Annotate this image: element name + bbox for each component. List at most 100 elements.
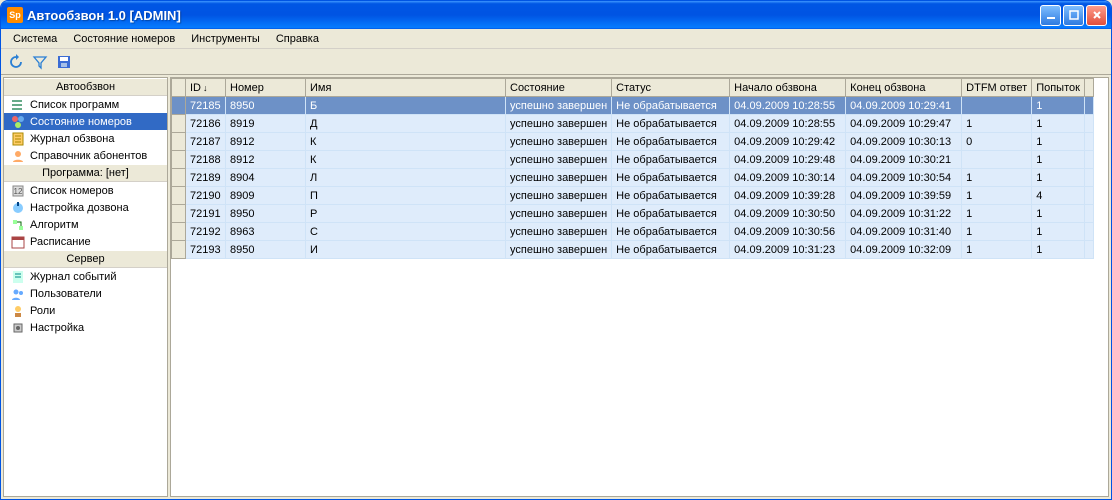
col-end[interactable]: Конец обзвона <box>846 79 962 97</box>
row-handle[interactable] <box>172 223 186 241</box>
journal-icon <box>10 131 26 147</box>
cell: И <box>306 241 506 259</box>
sidebar-item-roles[interactable]: Роли <box>4 302 167 319</box>
table-row[interactable]: 721918950Руспешно завершенНе обрабатывае… <box>172 205 1094 223</box>
refresh-button[interactable] <box>7 53 25 71</box>
menu-help[interactable]: Справка <box>268 31 327 47</box>
numbers-state-icon <box>10 114 26 130</box>
row-handle[interactable] <box>172 133 186 151</box>
cell: 04.09.2009 10:30:50 <box>730 205 846 223</box>
row-handle[interactable] <box>172 241 186 259</box>
cell: успешно завершен <box>506 151 612 169</box>
cell: 04.09.2009 10:28:55 <box>730 97 846 115</box>
sidebar-item-journal[interactable]: Журнал обзвона <box>4 130 167 147</box>
row-handle[interactable] <box>172 169 186 187</box>
menu-tools[interactable]: Инструменты <box>183 31 268 47</box>
contacts-icon <box>10 148 26 164</box>
sidebar-item-users[interactable]: Пользователи <box>4 285 167 302</box>
sidebar-group-header: Программа: [нет] <box>4 164 167 182</box>
cell: Д <box>306 115 506 133</box>
cell: 72189 <box>186 169 226 187</box>
col-start[interactable]: Начало обзвона <box>730 79 846 97</box>
row-handle[interactable] <box>172 151 186 169</box>
col-id[interactable]: ID↓ <box>186 79 226 97</box>
cell: 8912 <box>226 151 306 169</box>
table-row[interactable]: 721908909Пуспешно завершенНе обрабатывае… <box>172 187 1094 205</box>
col-dtfm[interactable]: DTFM ответ <box>962 79 1032 97</box>
table-row[interactable]: 721888912Куспешно завершенНе обрабатывае… <box>172 151 1094 169</box>
cell: 72185 <box>186 97 226 115</box>
toolbar <box>1 49 1111 75</box>
cell: Не обрабатывается <box>612 151 730 169</box>
row-handle-header[interactable] <box>172 79 186 97</box>
col-extra[interactable] <box>1084 79 1093 97</box>
row-handle[interactable] <box>172 115 186 133</box>
refresh-icon <box>8 54 24 70</box>
cell: 8950 <box>226 97 306 115</box>
table-row[interactable]: 721938950Иуспешно завершенНе обрабатывае… <box>172 241 1094 259</box>
titlebar[interactable]: Sp Автообзвон 1.0 [ADMIN] <box>1 1 1111 29</box>
table-row[interactable]: 721868919Дуспешно завершенНе обрабатывае… <box>172 115 1094 133</box>
col-state[interactable]: Состояние <box>506 79 612 97</box>
col-attempts[interactable]: Попыток <box>1032 79 1085 97</box>
list-icon <box>10 97 26 113</box>
sidebar-item-numbers-state[interactable]: Состояние номеров <box>4 113 167 130</box>
cell: 1 <box>1032 151 1085 169</box>
minimize-button[interactable] <box>1040 5 1061 26</box>
cell: 1 <box>1032 205 1085 223</box>
row-handle[interactable] <box>172 187 186 205</box>
sidebar-item-dial-settings[interactable]: Настройка дозвона <box>4 199 167 216</box>
app-window: Sp Автообзвон 1.0 [ADMIN] Система Состоя… <box>0 0 1112 500</box>
cell: 04.09.2009 10:39:28 <box>730 187 846 205</box>
cell: успешно завершен <box>506 205 612 223</box>
sidebar-item-contacts[interactable]: Справочник абонентов <box>4 147 167 164</box>
sidebar-item-schedule[interactable]: Расписание <box>4 233 167 250</box>
cell-extra <box>1084 97 1093 115</box>
cell: 4 <box>1032 187 1085 205</box>
window-title: Автообзвон 1.0 [ADMIN] <box>27 8 1040 23</box>
table-row[interactable]: 721928963Суспешно завершенНе обрабатывае… <box>172 223 1094 241</box>
sidebar-item-label: Настройка дозвона <box>30 202 129 214</box>
filter-button[interactable] <box>31 53 49 71</box>
col-name[interactable]: Имя <box>306 79 506 97</box>
sidebar-item-event-log[interactable]: Журнал событий <box>4 268 167 285</box>
menu-system[interactable]: Система <box>5 31 65 47</box>
table-row[interactable]: 721898904Луспешно завершенНе обрабатывае… <box>172 169 1094 187</box>
cell: Л <box>306 169 506 187</box>
cell: 8950 <box>226 205 306 223</box>
cell: 8909 <box>226 187 306 205</box>
table-row[interactable]: 721858950Буспешно завершенНе обрабатывае… <box>172 97 1094 115</box>
cell: 04.09.2009 10:31:23 <box>730 241 846 259</box>
save-button[interactable] <box>55 53 73 71</box>
sidebar-item-label: Расписание <box>30 236 91 248</box>
cell: 72191 <box>186 205 226 223</box>
cell: успешно завершен <box>506 223 612 241</box>
row-handle[interactable] <box>172 97 186 115</box>
col-status[interactable]: Статус <box>612 79 730 97</box>
table-row[interactable]: 721878912Куспешно завершенНе обрабатывае… <box>172 133 1094 151</box>
sidebar-group-header: Автообзвон <box>4 78 167 96</box>
col-number[interactable]: Номер <box>226 79 306 97</box>
sidebar-item-label: Роли <box>30 305 55 317</box>
event-log-icon <box>10 269 26 285</box>
cell-extra <box>1084 133 1093 151</box>
menu-numbers-state[interactable]: Состояние номеров <box>65 31 183 47</box>
close-button[interactable] <box>1086 5 1107 26</box>
sort-indicator-icon: ↓ <box>203 83 208 93</box>
sidebar-item-numbers[interactable]: 12Список номеров <box>4 182 167 199</box>
sidebar-item-settings[interactable]: Настройка <box>4 319 167 336</box>
cell-extra <box>1084 223 1093 241</box>
cell: 0 <box>962 133 1032 151</box>
funnel-icon <box>32 54 48 70</box>
cell: 04.09.2009 10:29:41 <box>846 97 962 115</box>
maximize-button[interactable] <box>1063 5 1084 26</box>
sidebar-item-algorithm[interactable]: Алгоритм <box>4 216 167 233</box>
cell: С <box>306 223 506 241</box>
cell: 04.09.2009 10:30:21 <box>846 151 962 169</box>
row-handle[interactable] <box>172 205 186 223</box>
sidebar-item-list[interactable]: Список программ <box>4 96 167 113</box>
cell: успешно завершен <box>506 133 612 151</box>
cell: 8912 <box>226 133 306 151</box>
cell: 04.09.2009 10:28:55 <box>730 115 846 133</box>
grid-scroll[interactable]: ID↓ Номер Имя Состояние Статус Начало об… <box>171 78 1108 496</box>
